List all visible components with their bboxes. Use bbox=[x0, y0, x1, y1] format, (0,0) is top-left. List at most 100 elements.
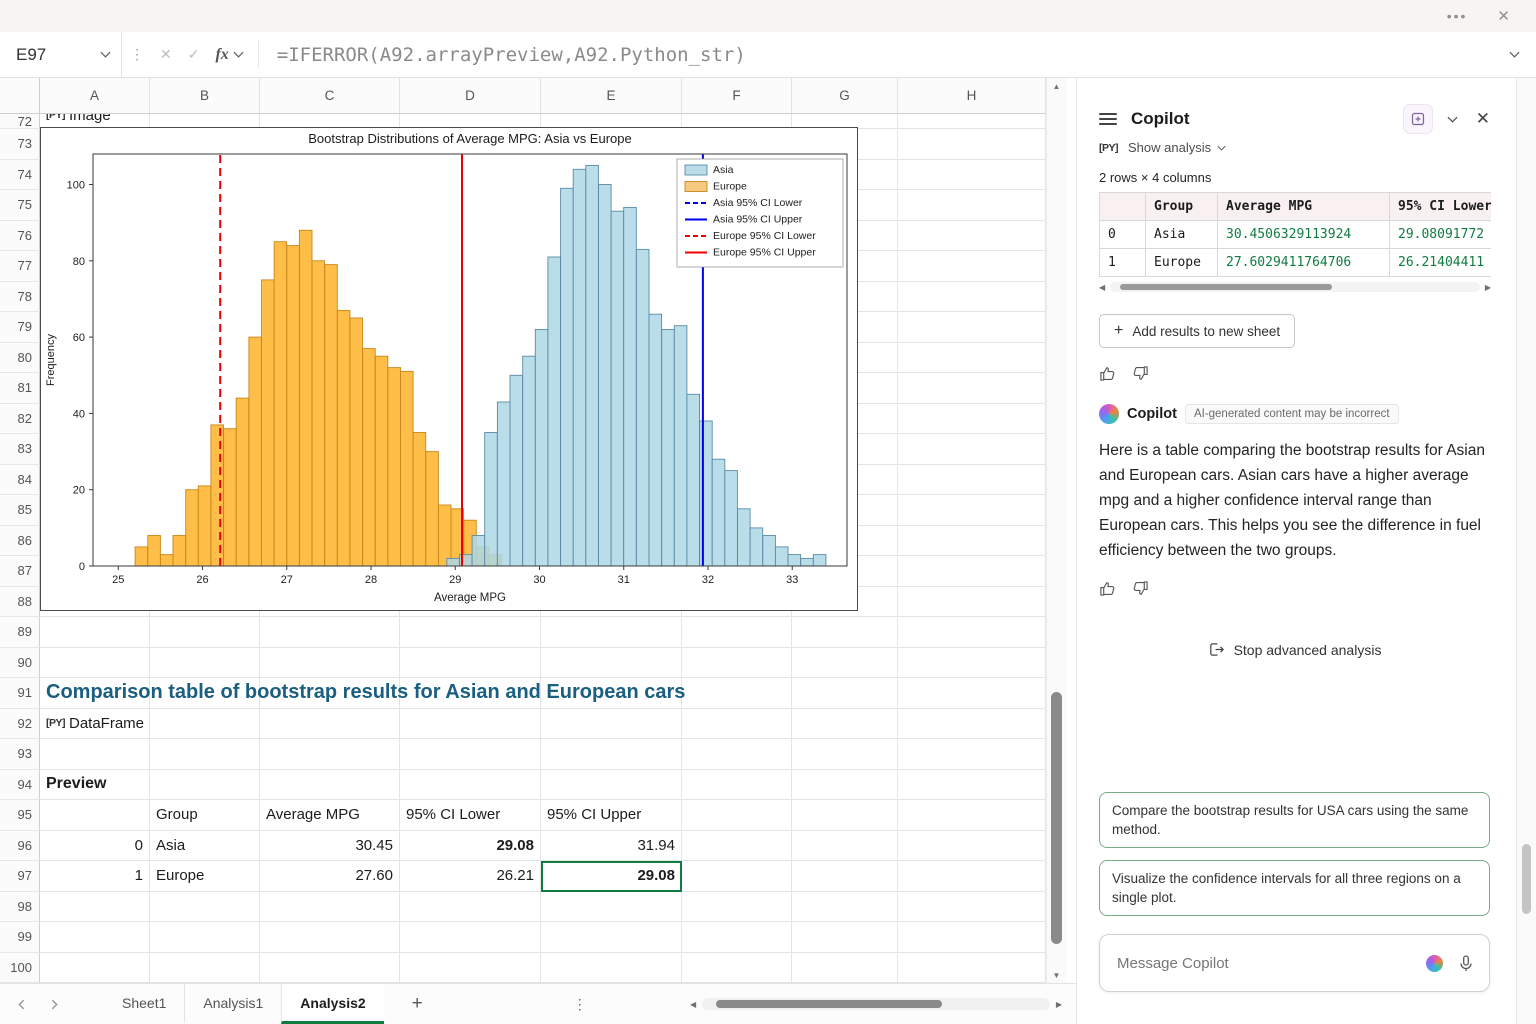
copilot-input[interactable]: Message Copilot bbox=[1099, 934, 1490, 992]
cell-D90[interactable] bbox=[400, 648, 541, 679]
menu-icon[interactable] bbox=[1099, 113, 1117, 125]
cell-B95[interactable]: Group bbox=[150, 800, 260, 831]
cell-H81[interactable] bbox=[898, 373, 1046, 404]
row-header-98[interactable]: 98 bbox=[0, 892, 40, 923]
cell-F96[interactable] bbox=[682, 831, 792, 862]
copilot-scrollbar[interactable] bbox=[1516, 78, 1536, 1024]
cell-G93[interactable] bbox=[792, 739, 898, 770]
cell-B99[interactable] bbox=[150, 922, 260, 953]
cell-C99[interactable] bbox=[260, 922, 400, 953]
cell-G99[interactable] bbox=[792, 922, 898, 953]
row-header-79[interactable]: 79 bbox=[0, 312, 40, 343]
cell-H82[interactable] bbox=[898, 404, 1046, 435]
row-header-84[interactable]: 84 bbox=[0, 465, 40, 496]
cell-H92[interactable] bbox=[898, 709, 1046, 740]
cell-F97[interactable] bbox=[682, 861, 792, 892]
insert-function-icon[interactable]: fx bbox=[207, 32, 251, 77]
copilot-input-icon[interactable] bbox=[1426, 955, 1443, 972]
column-header-F[interactable]: F bbox=[682, 78, 792, 113]
row-header-72[interactable]: 72 bbox=[0, 114, 40, 129]
thumbs-up-icon[interactable] bbox=[1099, 365, 1116, 382]
cell-D95[interactable]: 95% CI Lower bbox=[400, 800, 541, 831]
cell-H77[interactable] bbox=[898, 251, 1046, 282]
chevron-down-icon[interactable] bbox=[100, 51, 111, 58]
cell-G98[interactable] bbox=[792, 892, 898, 923]
cell-H84[interactable] bbox=[898, 465, 1046, 496]
cell-A91[interactable]: Comparison table of bootstrap results fo… bbox=[40, 678, 150, 709]
cell-H83[interactable] bbox=[898, 434, 1046, 465]
cell-G90[interactable] bbox=[792, 648, 898, 679]
cell-A90[interactable] bbox=[40, 648, 150, 679]
row-header-88[interactable]: 88 bbox=[0, 587, 40, 618]
column-header-E[interactable]: E bbox=[541, 78, 682, 113]
scroll-down-icon[interactable]: ▼ bbox=[1053, 967, 1061, 983]
row-header-92[interactable]: 92 bbox=[0, 709, 40, 740]
row-header-95[interactable]: 95 bbox=[0, 800, 40, 831]
cell-F95[interactable] bbox=[682, 800, 792, 831]
scrollbar-thumb[interactable] bbox=[1051, 692, 1062, 944]
cell-H89[interactable] bbox=[898, 617, 1046, 648]
column-header-D[interactable]: D bbox=[400, 78, 541, 113]
cell-F94[interactable] bbox=[682, 770, 792, 801]
cell-F90[interactable] bbox=[682, 648, 792, 679]
cell-H85[interactable] bbox=[898, 495, 1046, 526]
grid-horizontal-scrollbar[interactable]: ◀ ▶ bbox=[690, 984, 1062, 1024]
scroll-left-icon[interactable]: ◀ bbox=[1099, 283, 1105, 292]
cell-H88[interactable] bbox=[898, 587, 1046, 618]
sheet-tab-analysis2[interactable]: Analysis2 bbox=[281, 984, 383, 1024]
tabs-scroll-right-icon[interactable] bbox=[51, 999, 58, 1010]
row-header-86[interactable]: 86 bbox=[0, 526, 40, 557]
cell-A94[interactable]: Preview bbox=[40, 770, 150, 801]
cell-H98[interactable] bbox=[898, 892, 1046, 923]
cell-F99[interactable] bbox=[682, 922, 792, 953]
cell-H74[interactable] bbox=[898, 160, 1046, 191]
cell-C93[interactable] bbox=[260, 739, 400, 770]
cell-A99[interactable] bbox=[40, 922, 150, 953]
scroll-left-icon[interactable]: ◀ bbox=[690, 1000, 696, 1009]
cell-F89[interactable] bbox=[682, 617, 792, 648]
cell-D96[interactable]: 29.08 bbox=[400, 831, 541, 862]
cell-F91[interactable] bbox=[682, 678, 792, 709]
cancel-entry-icon[interactable]: ✕ bbox=[152, 32, 180, 77]
cell-H91[interactable] bbox=[898, 678, 1046, 709]
row-header-81[interactable]: 81 bbox=[0, 373, 40, 404]
cell-E98[interactable] bbox=[541, 892, 682, 923]
cell-H73[interactable] bbox=[898, 129, 1046, 160]
cell-E93[interactable] bbox=[541, 739, 682, 770]
tabs-scroll-left-icon[interactable] bbox=[18, 999, 25, 1010]
sheet-tab-analysis1[interactable]: Analysis1 bbox=[184, 984, 281, 1024]
select-all-corner[interactable] bbox=[0, 78, 40, 113]
microphone-icon[interactable] bbox=[1457, 954, 1475, 972]
cell-B98[interactable] bbox=[150, 892, 260, 923]
window-more-icon[interactable]: ••• bbox=[1447, 8, 1468, 24]
column-header-G[interactable]: G bbox=[792, 78, 898, 113]
formula-input[interactable]: =IFERROR(A92.arrayPreview,A92.Python_str… bbox=[265, 32, 1493, 77]
cell-H72[interactable] bbox=[898, 114, 1046, 129]
scrollbar-thumb[interactable] bbox=[716, 1000, 942, 1008]
cell-C90[interactable] bbox=[260, 648, 400, 679]
cell-H96[interactable] bbox=[898, 831, 1046, 862]
cell-A100[interactable] bbox=[40, 953, 150, 984]
row-header-82[interactable]: 82 bbox=[0, 404, 40, 435]
add-sheet-button[interactable]: + bbox=[412, 984, 423, 1024]
cell-E94[interactable] bbox=[541, 770, 682, 801]
cell-A95[interactable] bbox=[40, 800, 150, 831]
cell-G100[interactable] bbox=[792, 953, 898, 984]
copilot-close-icon[interactable]: ✕ bbox=[1476, 109, 1490, 129]
thumbs-down-icon[interactable] bbox=[1132, 365, 1149, 382]
cell-E99[interactable] bbox=[541, 922, 682, 953]
sheet-tab-sheet1[interactable]: Sheet1 bbox=[104, 984, 184, 1024]
cell-D97[interactable]: 26.21 bbox=[400, 861, 541, 892]
cell-F98[interactable] bbox=[682, 892, 792, 923]
row-header-97[interactable]: 97 bbox=[0, 861, 40, 892]
cell-C96[interactable]: 30.45 bbox=[260, 831, 400, 862]
scrollbar-thumb[interactable] bbox=[1120, 284, 1332, 290]
column-header-B[interactable]: B bbox=[150, 78, 260, 113]
formula-bar-options-icon[interactable]: ⋮ bbox=[122, 32, 152, 77]
formula-bar-expand-icon[interactable] bbox=[1493, 32, 1536, 77]
row-header-91[interactable]: 91 bbox=[0, 678, 40, 709]
cell-H76[interactable] bbox=[898, 221, 1046, 252]
cell-B97[interactable]: Europe bbox=[150, 861, 260, 892]
cell-B92[interactable] bbox=[150, 709, 260, 740]
new-chat-icon[interactable] bbox=[1403, 104, 1433, 134]
